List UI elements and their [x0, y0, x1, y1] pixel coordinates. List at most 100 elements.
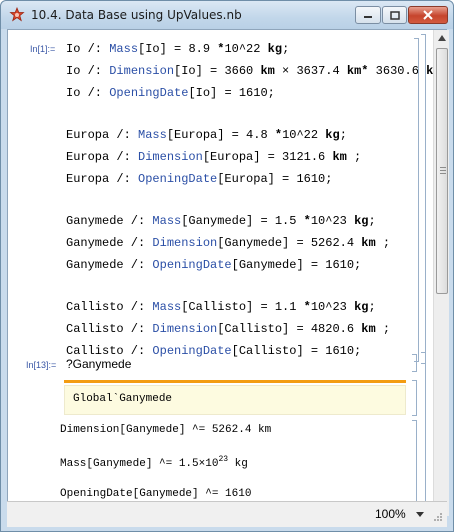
code-text: 10^22	[282, 128, 326, 142]
code-line-callisto-dimension[interactable]: Callisto /: Dimension[Callisto] = 4820.6…	[66, 322, 390, 336]
code-line-callisto-mass[interactable]: Callisto /: Mass[Callisto] = 1.1 *10^23 …	[66, 300, 376, 314]
code-head: Mass	[138, 128, 167, 142]
code-line-ganymede-opening[interactable]: Ganymede /: OpeningDate[Ganymede] = 1610…	[66, 258, 361, 272]
input-label-13: In[13]:=	[26, 360, 57, 370]
code-head: Mass	[152, 300, 182, 314]
code-line-io-dimension[interactable]: Io /: Dimension[Io] = 3660 km × 3637.4 k…	[66, 64, 448, 78]
code-text: × 3637.4	[274, 64, 347, 78]
unit-text: km	[346, 64, 362, 78]
code-line-ganymede-dimension[interactable]: Ganymede /: Dimension[Ganymede] = 5262.4…	[66, 236, 390, 250]
output-dimension[interactable]: Dimension[Ganymede] ^= 5262.4 km	[60, 424, 271, 436]
code-text: Ganymede /:	[66, 236, 153, 250]
code-head: OpeningDate	[138, 172, 218, 186]
code-text: [Europa] = 1610;	[217, 172, 333, 186]
code-text: ;	[368, 300, 376, 314]
input-label-1: In[1]:=	[30, 44, 56, 54]
grip-line	[440, 173, 446, 174]
arrow-up-icon	[438, 35, 446, 41]
cell-bracket-in1[interactable]	[414, 38, 419, 362]
cell-bracket-in13-group[interactable]	[421, 352, 426, 506]
mass-unit: kg	[228, 458, 248, 470]
mass-prefix: Mass[Ganymede] ^= 1.5×10	[60, 458, 219, 470]
minimize-icon	[364, 16, 372, 18]
code-text: Europa /:	[66, 172, 139, 186]
code-line-io-mass[interactable]: Io /: Mass[Io] = 8.9 *10^22 kg;	[66, 42, 289, 56]
cell-bracket-info-symbol[interactable]	[412, 380, 417, 416]
unit-text: km	[361, 322, 376, 336]
minimize-button[interactable]	[355, 6, 381, 24]
code-head: Dimension	[109, 64, 175, 78]
unit-text: kg	[354, 300, 369, 314]
code-text: [Io] = 1610;	[188, 86, 275, 100]
code-text: ;	[375, 236, 391, 250]
close-button[interactable]	[408, 6, 448, 24]
code-head: Dimension	[138, 150, 203, 164]
output-opening-date[interactable]: OpeningDate[Ganymede] ^= 1610	[60, 488, 251, 500]
code-head: OpeningDate	[109, 86, 189, 100]
code-line-europa-dimension[interactable]: Europa /: Dimension[Europa] = 3121.6 km …	[66, 150, 361, 164]
code-line-europa-opening[interactable]: Europa /: OpeningDate[Europa] = 1610;	[66, 172, 332, 186]
zoom-level[interactable]: 100%	[375, 507, 406, 521]
code-text: Ganymede /:	[66, 214, 153, 228]
unit-text: km	[332, 150, 347, 164]
code-text: [Io] = 8.9	[138, 42, 218, 56]
code-text: [Europa] = 3121.6	[202, 150, 333, 164]
code-text: Europa /:	[66, 150, 139, 164]
code-text: ;	[368, 214, 376, 228]
close-icon	[423, 10, 433, 20]
unit-text: km	[361, 236, 376, 250]
code-text: [Io] = 3660	[174, 64, 261, 78]
cell-bracket-in13[interactable]	[412, 354, 417, 372]
code-head: Dimension	[152, 322, 218, 336]
code-text: [Callisto] = 1.1	[181, 300, 304, 314]
code-head: OpeningDate	[152, 344, 232, 358]
code-text: [Ganymede] = 1.5	[181, 214, 304, 228]
mass-exponent: 23	[218, 455, 229, 464]
info-symbol-name: Global`Ganymede	[73, 393, 173, 405]
scroll-up-button[interactable]	[434, 30, 450, 46]
code-text: Callisto /:	[66, 322, 153, 336]
code-text: Callisto /:	[66, 344, 153, 358]
zoom-dropdown-icon[interactable]	[415, 507, 425, 521]
notebook-content[interactable]: In[1]:= Io /: Mass[Io] = 8.9 *10^22 kg; …	[7, 29, 449, 517]
output-mass[interactable]: Mass[Ganymede] ^= 1.5×1023 kg	[60, 455, 248, 470]
code-text: ;	[339, 128, 347, 142]
unit-text: km	[260, 64, 275, 78]
info-symbol-box: Global`Ganymede	[64, 385, 406, 415]
mathematica-icon	[9, 7, 25, 22]
notebook-window: 10.4. Data Base using UpValues.nb In[1]:…	[0, 0, 454, 532]
vertical-scrollbar[interactable]	[433, 30, 449, 516]
cell-bracket-info-values[interactable]	[412, 420, 417, 504]
grip-line	[440, 167, 446, 168]
code-text: ;	[375, 322, 391, 336]
code-text: [Europa] = 4.8	[166, 128, 275, 142]
code-text: [Ganymede] = 1610;	[231, 258, 362, 272]
code-text: [Callisto] = 4820.6	[217, 322, 362, 336]
code-line-callisto-opening[interactable]: Callisto /: OpeningDate[Callisto] = 1610…	[66, 344, 361, 358]
code-text: 10^23	[310, 214, 355, 228]
resize-grip-icon[interactable]	[433, 512, 443, 522]
code-text: Callisto /:	[66, 300, 153, 314]
code-line-io-opening[interactable]: Io /: OpeningDate[Io] = 1610;	[66, 86, 275, 100]
code-line-ganymede-mass[interactable]: Ganymede /: Mass[Ganymede] = 1.5 *10^23 …	[66, 214, 376, 228]
unit-text: kg	[354, 214, 369, 228]
code-text: 10^23	[310, 300, 355, 314]
unit-text: kg	[325, 128, 340, 142]
code-text: Europa /:	[66, 128, 139, 142]
code-head: Dimension	[152, 236, 218, 250]
cell-bracket-in1-group[interactable]	[421, 34, 426, 364]
grip-line	[440, 170, 446, 171]
query-input[interactable]: ?Ganymede	[66, 357, 131, 371]
maximize-button[interactable]	[382, 6, 407, 24]
unit-text: kg	[267, 42, 283, 56]
code-line-europa-mass[interactable]: Europa /: Mass[Europa] = 4.8 *10^22 kg;	[66, 128, 347, 142]
code-text: [Ganymede] = 5262.4	[217, 236, 362, 250]
title-bar[interactable]: 10.4. Data Base using UpValues.nb	[1, 1, 453, 29]
code-head: Mass	[109, 42, 139, 56]
code-text: Ganymede /:	[66, 258, 153, 272]
code-text: Io /:	[66, 86, 110, 100]
code-text: Io /:	[66, 42, 110, 56]
code-text: ;	[282, 42, 290, 56]
window-title: 10.4. Data Base using UpValues.nb	[31, 8, 242, 22]
scroll-thumb[interactable]	[436, 48, 448, 294]
